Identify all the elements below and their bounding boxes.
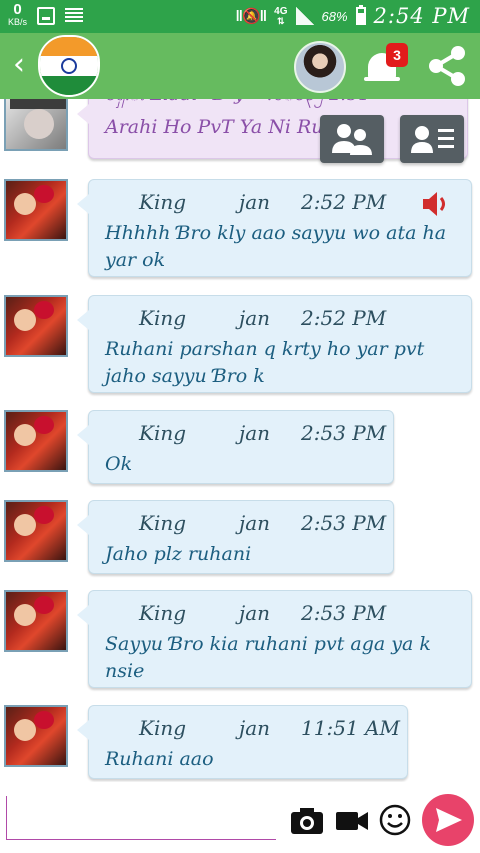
message-time: 2:53 PM (301, 421, 387, 445)
share-icon (429, 46, 465, 86)
gallery-notification-icon (37, 7, 56, 25)
group-users-button[interactable] (320, 115, 384, 163)
avatar[interactable] (4, 179, 68, 241)
video-camera-icon (336, 812, 368, 830)
message-item: King jan 2:53 PM Sayyu Ɓro kia ruhani pv… (0, 588, 480, 692)
message-date: jan (239, 421, 271, 445)
profile-avatar[interactable] (294, 41, 346, 93)
message-bubble[interactable]: King jan 11:51 AM Ruhani aao (77, 705, 408, 779)
network-type: 4G (274, 5, 288, 17)
message-date: jan (239, 190, 271, 214)
message-text: Ok (105, 453, 133, 475)
message-date: jan (239, 601, 271, 625)
message-date: jan (239, 511, 271, 535)
smiley-icon (379, 804, 411, 836)
sender-name: King (139, 511, 187, 535)
user-profile-button[interactable] (400, 115, 464, 163)
message-meta: ငရှ:း‌ Ziddi❤Ɓ‌ºy‌ºº :ေ၁၃၂ 2:51 (105, 99, 370, 109)
status-bar: 0 KB/s ǁ🔕ǁ 4G ⇅ 68% 2:54 PM (0, 0, 480, 33)
ashoka-chakra-icon (61, 57, 77, 74)
message-item: King jan 2:52 PM Ruhani parshan q krty h… (0, 293, 480, 397)
message-item: King jan 2:53 PM Jaho plz ruhani (0, 498, 480, 578)
battery-percent: 68% (321, 8, 348, 24)
data-arrows-icon: ⇅ (277, 15, 285, 26)
message-bubble[interactable]: King jan 2:53 PM Sayyu Ɓro kia ruhani pv… (77, 590, 472, 688)
sender-name: King (139, 716, 187, 740)
network-indicator: 4G ⇅ (274, 5, 288, 26)
notification-badge: 3 (386, 43, 408, 67)
message-bubble[interactable]: King jan 2:52 PM Ruhani parshan q krty h… (77, 295, 472, 393)
message-time: 2:53 PM (301, 601, 387, 625)
send-button[interactable] (422, 794, 474, 846)
sender-name: King (139, 421, 187, 445)
avatar[interactable] (4, 295, 68, 357)
avatar[interactable] (4, 99, 68, 151)
message-text: Jaho plz ruhani (105, 543, 252, 565)
sender-name: King (139, 306, 187, 330)
status-left: 0 KB/s (8, 2, 84, 27)
camera-icon (291, 808, 323, 834)
group-users-icon (332, 124, 372, 155)
message-time: 11:51 AM (301, 716, 400, 740)
avatar[interactable] (4, 590, 68, 652)
back-button[interactable]: ‹ (6, 47, 32, 83)
sender-name: King (139, 190, 187, 214)
message-date: jan (239, 306, 271, 330)
composer-bar (0, 782, 480, 853)
status-clock: 2:54 PM (373, 4, 470, 28)
message-text: Ruhani parshan q krty ho yar pvt jaho sa… (105, 338, 425, 387)
message-text: Ruhani aao (105, 748, 214, 770)
message-text: Hhhhh Ɓro kly aao sayyu wo ata ha yar ok (105, 222, 447, 271)
network-speed-value: 0 (13, 1, 22, 18)
message-bubble[interactable]: King jan 2:53 PM Ok (77, 410, 394, 484)
message-bubble[interactable]: King jan 2:52 PM Hhhhh Ɓro kly aao sayyu… (77, 179, 472, 277)
vibrate-icon: ǁ🔕ǁ (235, 8, 268, 25)
app-bar: ‹ 3 (0, 33, 480, 99)
avatar[interactable] (4, 500, 68, 562)
network-speed-unit: KB/s (8, 17, 28, 27)
message-input[interactable] (6, 796, 276, 840)
message-time: 2:53 PM (301, 511, 387, 535)
emoji-button[interactable] (378, 802, 412, 838)
avatar[interactable] (4, 410, 68, 472)
chevron-left-icon: ‹ (13, 47, 25, 82)
india-flag-heart-icon[interactable] (38, 35, 100, 97)
message-date: jan (239, 716, 271, 740)
user-card-icon (411, 126, 454, 153)
video-button[interactable] (334, 802, 370, 838)
share-button[interactable] (422, 41, 472, 91)
sender-name: King (139, 601, 187, 625)
notifications-button[interactable]: 3 (362, 43, 408, 87)
camera-button[interactable] (288, 802, 326, 838)
battery-icon (355, 5, 366, 25)
status-right: ǁ🔕ǁ 4G ⇅ 68% 2:54 PM (236, 4, 470, 28)
message-text: Arahi Ho PvT Ya Ni Ru (105, 116, 324, 138)
message-item: King jan 2:53 PM Ok (0, 408, 480, 488)
message-text: Sayyu Ɓro kia ruhani pvt aga ya k nsie (105, 633, 431, 682)
signal-icon (295, 7, 314, 25)
network-speed: 0 KB/s (8, 2, 27, 27)
avatar[interactable] (4, 705, 68, 767)
message-time: 2:52 PM (301, 190, 387, 214)
send-icon (436, 808, 462, 832)
message-item: King jan 2:52 PM Hhhhh Ɓro kly aao sayyu… (0, 177, 480, 281)
message-time: 2:52 PM (301, 306, 387, 330)
chat-area[interactable]: ငရှ:း‌ Ziddi❤Ɓ‌ºy‌ºº :ေ၁၃၂ 2:51 Arahi Ho… (0, 99, 480, 782)
message-bubble[interactable]: King jan 2:53 PM Jaho plz ruhani (77, 500, 394, 574)
message-item: King jan 11:51 AM Ruhani aao (0, 703, 480, 782)
message-notification-icon (65, 8, 84, 24)
speaker-icon[interactable] (421, 190, 451, 218)
